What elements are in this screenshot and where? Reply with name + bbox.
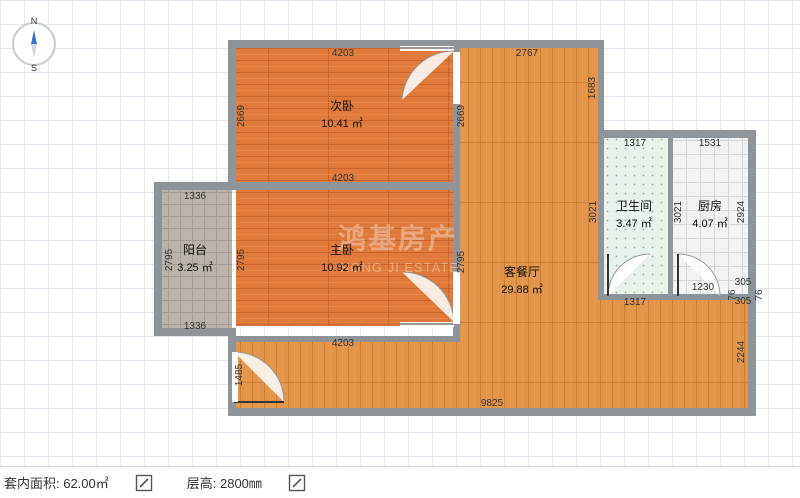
height-info: 层高: 2800㎜ bbox=[187, 473, 306, 492]
room-area-second-bedroom: 10.41 ㎡ bbox=[321, 117, 363, 130]
area-label: 套内面积: 62.00㎡ bbox=[4, 476, 109, 491]
bathroom-floor bbox=[602, 138, 668, 294]
dim-balcony-top: 1336 bbox=[184, 191, 207, 202]
room-name-living-dining: 客餐厅 bbox=[504, 264, 540, 279]
dim-bottom-total: 9825 bbox=[481, 398, 504, 409]
area-info: 套内面积: 62.00㎡ bbox=[4, 473, 153, 492]
dim-corner-right: 76 bbox=[754, 289, 765, 301]
dim-second-bedroom-left: 2669 bbox=[236, 104, 247, 127]
dim-kitchen-right: 2924 bbox=[736, 200, 747, 223]
dim-second-bedroom-right: 2669 bbox=[456, 104, 467, 127]
dim-entry-left: 1485 bbox=[234, 363, 245, 386]
floor-plan: 鸿基房产 HONG JI ESTATE 次卧 10.41 ㎡ 主卧 10.92 … bbox=[154, 40, 765, 416]
dim-bathroom-bottom: 1317 bbox=[624, 297, 647, 308]
room-area-bathroom: 3.47 ㎡ bbox=[616, 217, 651, 230]
dim-living-top: 2767 bbox=[516, 48, 539, 59]
dim-kitchen-top: 1531 bbox=[699, 138, 722, 149]
dim-master-bedroom-right: 2795 bbox=[456, 250, 467, 273]
master-bedroom-floor bbox=[236, 190, 453, 326]
dim-corner-top: 305 bbox=[735, 277, 752, 288]
room-name-master-bedroom: 主卧 bbox=[330, 243, 354, 257]
watermark-cn: 鸿基房产 bbox=[338, 222, 458, 254]
dim-balcony-bottom: 1336 bbox=[184, 321, 207, 332]
dim-master-bedroom-left: 2795 bbox=[236, 248, 247, 271]
dim-kitchen-left: 3021 bbox=[673, 200, 684, 223]
room-area-balcony: 3.25 ㎡ bbox=[177, 261, 212, 274]
height-label: 层高: 2800㎜ bbox=[186, 476, 262, 491]
dim-living-lower-right: 2244 bbox=[736, 340, 747, 363]
dim-bathroom-top: 1317 bbox=[624, 138, 647, 149]
room-area-living-dining: 29.88 ㎡ bbox=[501, 283, 543, 296]
room-area-kitchen: 4.07 ㎡ bbox=[692, 217, 727, 230]
dim-second-bedroom-top: 4203 bbox=[332, 48, 355, 59]
edit-area-icon[interactable] bbox=[135, 474, 153, 492]
room-name-second-bedroom: 次卧 bbox=[330, 99, 354, 113]
room-name-balcony: 阳台 bbox=[183, 242, 207, 257]
dim-corner-left: 76 bbox=[727, 289, 738, 301]
room-area-master-bedroom: 10.92 ㎡ bbox=[321, 261, 363, 274]
dim-kitchen-bottom: 1230 bbox=[692, 282, 715, 293]
dim-bathroom-left: 3021 bbox=[588, 200, 599, 223]
dim-master-bedroom-bottom: 4203 bbox=[332, 338, 355, 349]
room-name-bathroom: 卫生间 bbox=[616, 199, 652, 213]
dim-balcony-left: 2795 bbox=[164, 248, 175, 271]
dim-living-upper-right: 1683 bbox=[587, 76, 598, 99]
dim-bedroom-divider: 4203 bbox=[332, 173, 355, 184]
bottom-info-bar: 套内面积: 62.00㎡ 层高: 2800㎜ bbox=[0, 466, 800, 498]
edit-height-icon[interactable] bbox=[288, 474, 306, 492]
room-name-kitchen: 厨房 bbox=[698, 198, 722, 213]
